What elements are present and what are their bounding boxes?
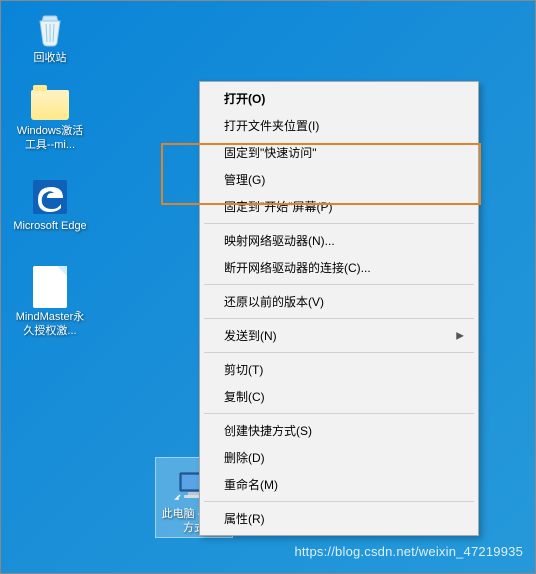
mindmaster-doc-icon[interactable]: MindMaster永久授权激... (11, 266, 89, 338)
menu-map-network-drive[interactable]: 映射网络驱动器(N)... (202, 227, 476, 254)
trash-icon (30, 9, 70, 49)
menu-separator (204, 352, 474, 353)
context-menu: 打开(O) 打开文件夹位置(I) 固定到"快速访问" 管理(G) 固定到"开始"… (199, 81, 479, 536)
menu-copy[interactable]: 复制(C) (202, 383, 476, 410)
menu-separator (204, 223, 474, 224)
menu-pin-start[interactable]: 固定到"开始"屏幕(P) (202, 193, 476, 220)
menu-rename[interactable]: 重命名(M) (202, 471, 476, 498)
document-icon (33, 266, 67, 308)
icon-label: Windows激活工具--mi... (11, 124, 89, 152)
menu-properties[interactable]: 属性(R) (202, 505, 476, 532)
menu-disconnect-network-drive[interactable]: 断开网络驱动器的连接(C)... (202, 254, 476, 281)
menu-send-to-label: 发送到(N) (224, 329, 277, 343)
menu-separator (204, 318, 474, 319)
watermark-text: https://blog.csdn.net/weixin_47219935 (294, 544, 523, 559)
microsoft-edge-icon[interactable]: Microsoft Edge (11, 173, 89, 233)
menu-separator (204, 501, 474, 502)
menu-open[interactable]: 打开(O) (202, 85, 476, 112)
menu-pin-quick-access[interactable]: 固定到"快速访问" (202, 139, 476, 166)
recycle-bin-icon[interactable]: 回收站 (11, 5, 89, 65)
menu-delete[interactable]: 删除(D) (202, 444, 476, 471)
icon-label: Microsoft Edge (11, 219, 89, 233)
icon-label: 回收站 (11, 51, 89, 65)
icon-label: MindMaster永久授权激... (11, 310, 89, 338)
menu-send-to[interactable]: 发送到(N) ▶ (202, 322, 476, 349)
chevron-right-icon: ▶ (456, 330, 464, 341)
menu-separator (204, 413, 474, 414)
menu-separator (204, 284, 474, 285)
windows-activate-folder-icon[interactable]: Windows激活工具--mi... (11, 84, 89, 152)
menu-manage[interactable]: 管理(G) (202, 166, 476, 193)
folder-icon (31, 90, 69, 120)
edge-browser-icon (30, 177, 70, 217)
menu-open-folder-location[interactable]: 打开文件夹位置(I) (202, 112, 476, 139)
menu-cut[interactable]: 剪切(T) (202, 356, 476, 383)
menu-restore-previous[interactable]: 还原以前的版本(V) (202, 288, 476, 315)
menu-create-shortcut[interactable]: 创建快捷方式(S) (202, 417, 476, 444)
